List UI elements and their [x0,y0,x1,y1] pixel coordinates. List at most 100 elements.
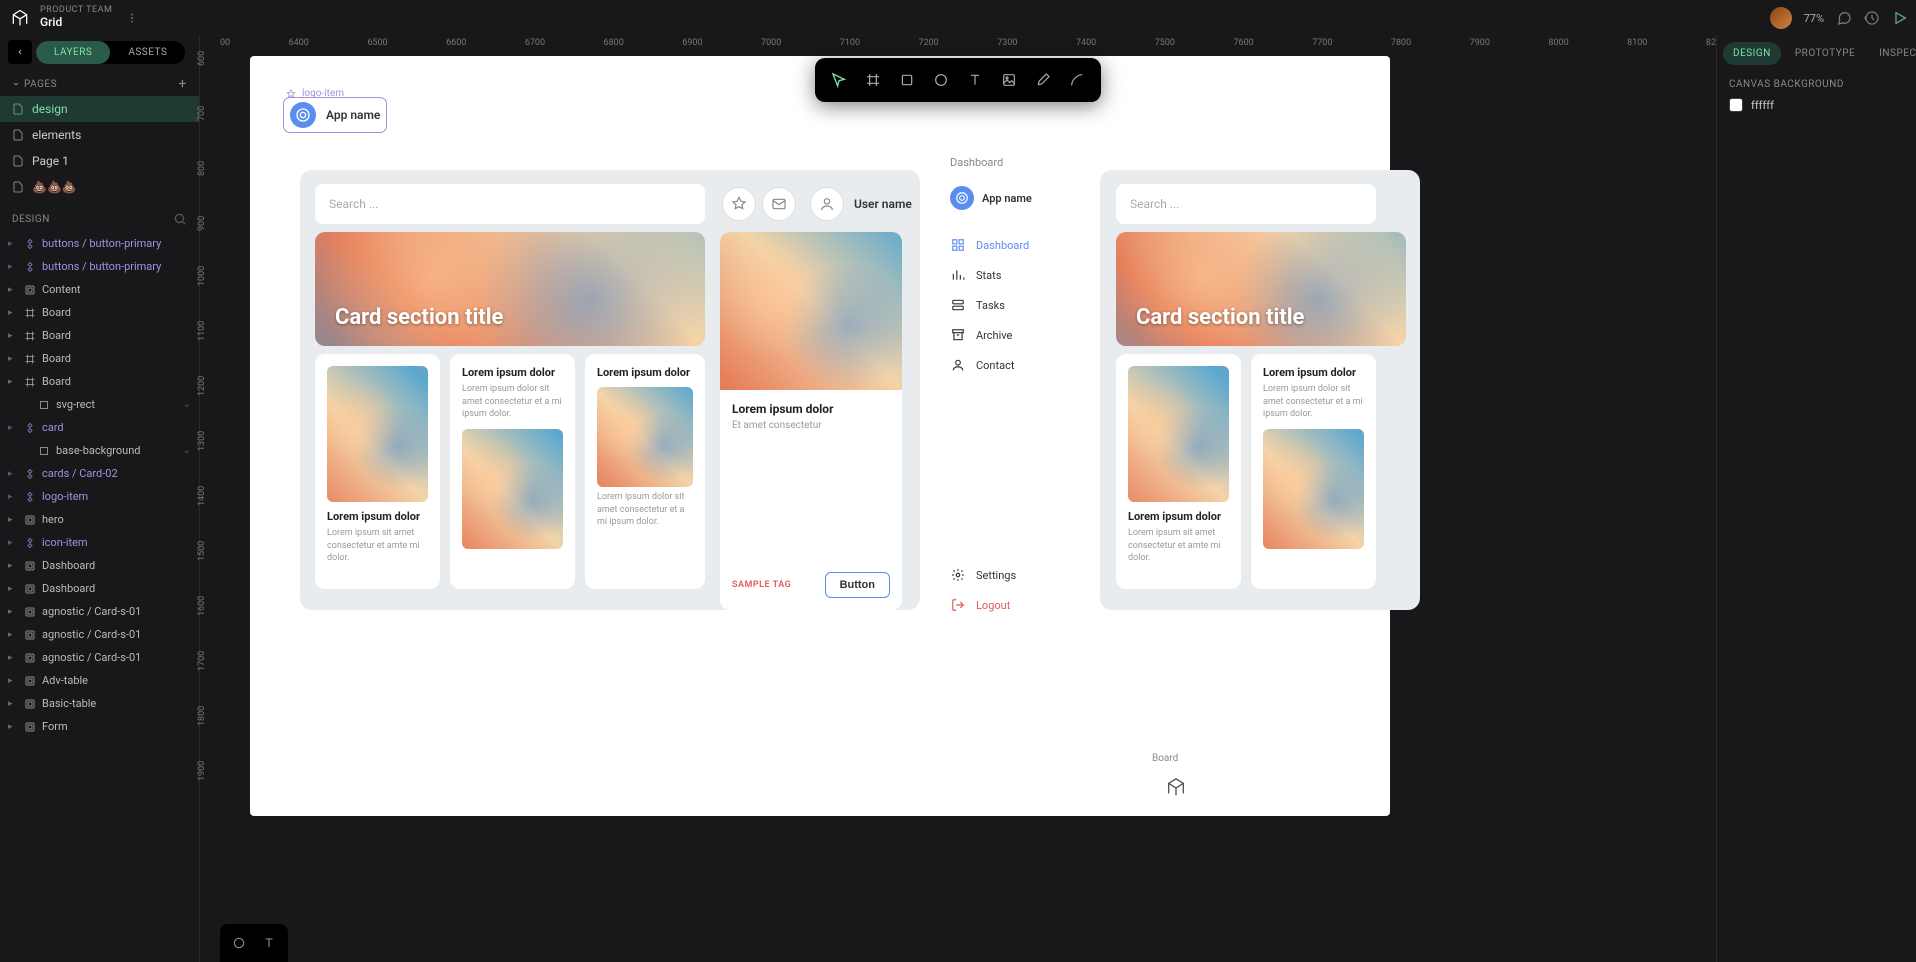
hero-image[interactable]: Card section title [1116,232,1406,346]
canvas-bg-color[interactable]: ffffff [1729,98,1904,112]
zoom-level[interactable]: 77% [1804,12,1824,25]
logo-item[interactable]: App name [286,100,384,130]
large-card[interactable]: Lorem ipsum dolor Et amet consectetur SA… [720,232,902,610]
chevron-right-icon[interactable]: ▸ [8,515,18,525]
layer-item[interactable]: ▸buttons / button-primary [0,232,199,255]
ellipse-tool[interactable] [925,64,957,96]
search-icon[interactable] [173,212,187,226]
chevron-down-icon[interactable]: ⌄ [183,445,191,456]
chevron-right-icon[interactable]: ▸ [8,239,18,249]
page-item[interactable]: Page 1 [0,148,199,174]
canvas[interactable]: logo-item App name Dashboard Search ... … [220,56,1716,962]
layer-item[interactable]: ▸hero [0,508,199,531]
hero-image[interactable]: Card section title [315,232,705,346]
tab-assets[interactable]: ASSETS [110,41,185,64]
app-logo-icon[interactable] [8,6,32,30]
chevron-right-icon[interactable]: ▸ [8,492,18,502]
layer-item[interactable]: ▸cards / Card-02 [0,462,199,485]
pen-tool[interactable] [1027,64,1059,96]
layer-item[interactable]: ▸Form [0,715,199,738]
page-item[interactable]: 💩💩💩 [0,174,199,200]
card[interactable]: Lorem ipsum dolor Lorem ipsum sit amet c… [315,354,440,589]
color-swatch[interactable] [1729,98,1743,112]
chevron-right-icon[interactable]: ▸ [8,423,18,433]
chevron-right-icon[interactable]: ▸ [8,653,18,663]
chevron-right-icon[interactable]: ▸ [8,538,18,548]
chevron-right-icon[interactable]: ▸ [8,607,18,617]
page-item[interactable]: design [0,96,199,122]
frame-tool[interactable] [857,64,889,96]
tab-layers[interactable]: LAYERS [36,41,110,64]
user-badge[interactable]: User name [810,187,912,221]
mail-icon[interactable] [762,187,796,221]
user-avatar[interactable] [1770,7,1792,29]
nav-archive[interactable]: Archive [950,320,1090,350]
search-input[interactable]: Search ... [1116,184,1376,224]
layer-item[interactable]: ▸Basic-table [0,692,199,715]
search-input[interactable]: Search ... [315,184,705,224]
layer-item[interactable]: base-background⌄ [0,439,199,462]
chevron-right-icon[interactable]: ▸ [8,308,18,318]
nav-stats[interactable]: Stats [950,260,1090,290]
chevron-right-icon[interactable]: ▸ [8,469,18,479]
nav-settings[interactable]: Settings [950,560,1090,590]
layer-item[interactable]: ▸agnostic / Card-s-01 [0,600,199,623]
chevron-right-icon[interactable]: ▸ [8,354,18,364]
nav-dashboard[interactable]: Dashboard [950,230,1090,260]
star-icon[interactable] [722,187,756,221]
layer-item[interactable]: svg-rect⌄ [0,393,199,416]
button[interactable]: Button [825,572,890,598]
play-icon[interactable] [1892,10,1908,26]
rect-tool[interactable] [891,64,923,96]
tab-design[interactable]: DESIGN [1723,42,1781,65]
history-icon[interactable] [1864,10,1880,26]
design-frame[interactable]: logo-item App name Dashboard Search ... … [250,56,1390,816]
chevron-right-icon[interactable]: ▸ [8,561,18,571]
tab-inspect[interactable]: INSPECT [1869,42,1916,65]
move-tool[interactable] [823,64,855,96]
chevron-right-icon[interactable]: ▸ [8,285,18,295]
layer-item[interactable]: ▸Content [0,278,199,301]
comment-icon[interactable] [1836,10,1852,26]
chevron-right-icon[interactable]: ▸ [8,699,18,709]
project-name[interactable]: Grid [40,16,112,29]
chevron-right-icon[interactable]: ▸ [8,584,18,594]
add-page-button[interactable]: + [179,76,187,92]
layer-item[interactable]: ▸agnostic / Card-s-01 [0,646,199,669]
color-value[interactable]: ffffff [1751,99,1774,112]
chevron-right-icon[interactable]: ▸ [8,722,18,732]
chevron-down-icon[interactable] [12,80,20,88]
layer-item[interactable]: ▸Dashboard [0,577,199,600]
chevron-right-icon[interactable]: ▸ [8,262,18,272]
curve-tool[interactable] [1061,64,1093,96]
layer-item[interactable]: ▸Dashboard [0,554,199,577]
layer-item[interactable]: ▸Board [0,347,199,370]
layer-item[interactable]: ▸card [0,416,199,439]
layer-item[interactable]: ▸Adv-table [0,669,199,692]
back-button[interactable] [8,40,32,64]
chevron-right-icon[interactable]: ▸ [8,676,18,686]
nav-logout[interactable]: Logout [950,590,1090,620]
layer-item[interactable]: ▸agnostic / Card-s-01 [0,623,199,646]
shape-tool-icon[interactable] [226,930,252,956]
layer-item[interactable]: ▸Board [0,324,199,347]
layer-item[interactable]: ▸Board [0,370,199,393]
logo-item[interactable]: App name [950,186,1090,210]
card[interactable]: Lorem ipsum dolor Lorem ipsum dolor sit … [450,354,575,589]
tab-prototype[interactable]: PROTOTYPE [1785,42,1865,65]
chevron-right-icon[interactable]: ▸ [8,630,18,640]
text-tool-icon[interactable] [256,930,282,956]
text-tool[interactable] [959,64,991,96]
card[interactable]: Lorem ipsum dolor Lorem ipsum dolor sit … [585,354,705,589]
nav-contact[interactable]: Contact [950,350,1090,380]
card[interactable]: Lorem ipsum dolor Lorem ipsum sit amet c… [1116,354,1241,589]
chevron-right-icon[interactable]: ▸ [8,377,18,387]
page-item[interactable]: elements [0,122,199,148]
image-tool[interactable] [993,64,1025,96]
layer-item[interactable]: ▸Board [0,301,199,324]
nav-tasks[interactable]: Tasks [950,290,1090,320]
chevron-down-icon[interactable]: ⌄ [183,399,191,410]
layer-item[interactable]: ▸logo-item [0,485,199,508]
card[interactable]: Lorem ipsum dolor Lorem ipsum dolor sit … [1251,354,1376,589]
layer-item[interactable]: ▸buttons / button-primary [0,255,199,278]
